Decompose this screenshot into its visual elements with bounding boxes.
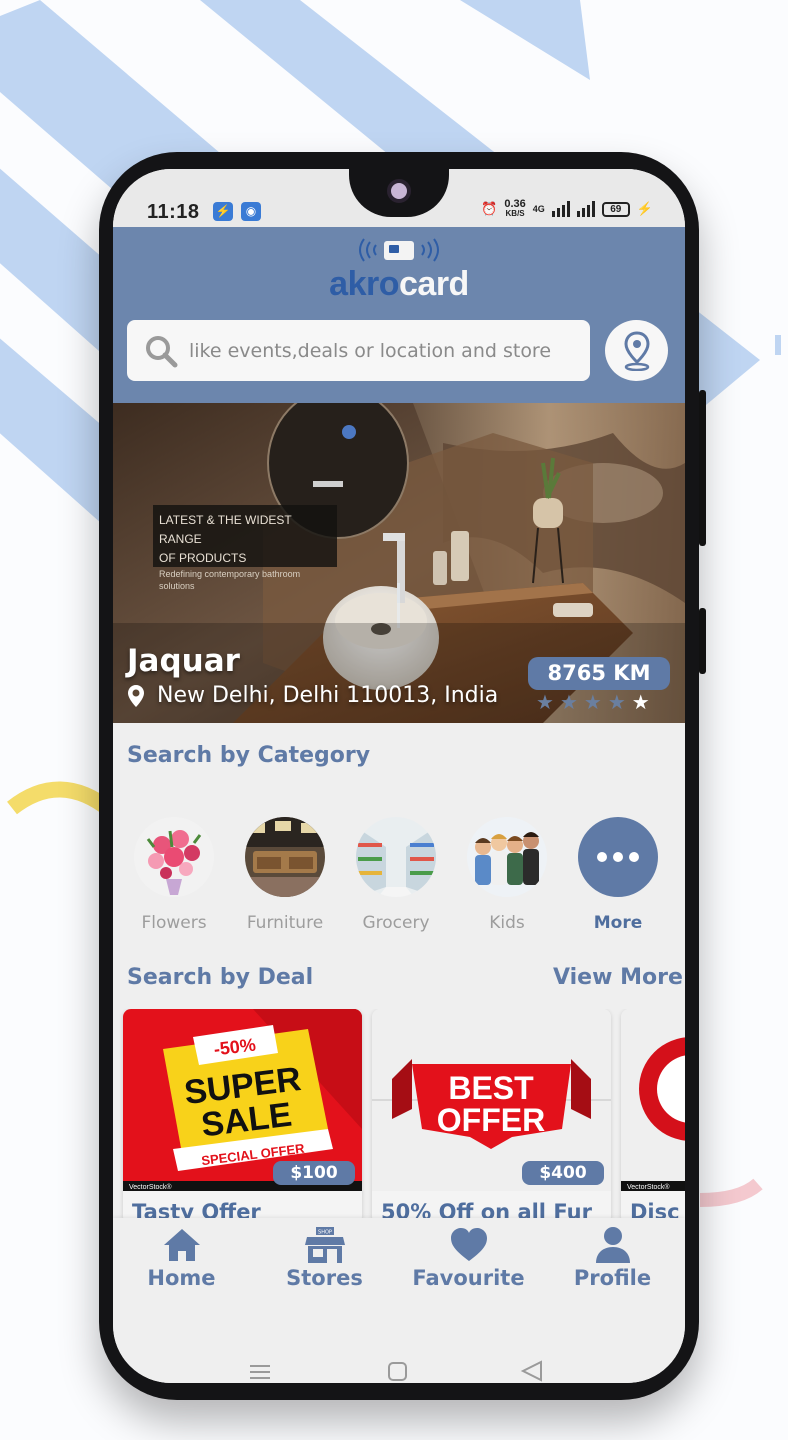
charging-icon: ⚡	[636, 201, 653, 216]
promo-line-3: Redefining contemporary bathroom solutio…	[159, 569, 301, 591]
signal-icon	[551, 201, 570, 217]
nav-stores[interactable]: SHOP Stores	[253, 1226, 396, 1290]
promo-overlay: LATEST & THE WIDEST RANGE OF PRODUCTS Re…	[153, 505, 337, 591]
category-more[interactable]: More	[563, 817, 673, 933]
battery-icon: 69	[601, 201, 630, 217]
category-kids[interactable]: Kids	[452, 817, 562, 933]
logo-text-part2: card	[399, 265, 469, 303]
volume-button	[699, 608, 706, 674]
deal-card[interactable]: BEST OFFER $400 50% Off on all Fur	[372, 1009, 611, 1224]
nav-label: Favourite	[412, 1266, 525, 1290]
power-button	[699, 390, 706, 546]
distance-badge: 8765 KM	[528, 657, 670, 690]
alarm-icon: ⏰	[481, 201, 498, 216]
star-icon-1: ★	[536, 690, 554, 714]
user-icon	[595, 1227, 630, 1263]
deal-price: $400	[522, 1161, 604, 1185]
category-list: Flowers Furniture Grocery Kids More	[113, 817, 685, 947]
nav-label: Stores	[286, 1266, 363, 1290]
category-grocery[interactable]: Grocery	[341, 817, 451, 933]
watermark: VectorStock®	[627, 1183, 670, 1191]
star-icon-2: ★	[559, 690, 578, 714]
deal-price: $100	[273, 1161, 355, 1185]
category-label: Furniture	[246, 913, 324, 933]
search-bar[interactable]	[127, 320, 590, 381]
nav-label: Home	[147, 1266, 216, 1290]
usb-icon: ⚡	[213, 202, 233, 221]
promo-line-1: LATEST & THE WIDEST RANGE	[159, 513, 292, 546]
deal-section-title: Search by Deal	[127, 965, 314, 990]
deal-carousel: -50% SUPER SALE SPECIAL OFFER VectorStoc…	[113, 1009, 685, 1224]
category-label: Kids	[489, 913, 525, 933]
location-button[interactable]	[605, 320, 668, 381]
badge-mid-1: BEST	[448, 1070, 534, 1106]
flowers-image	[134, 817, 214, 897]
store-address: New Delhi, Delhi 110013, India	[157, 683, 499, 708]
category-furniture[interactable]: Furniture	[230, 817, 340, 933]
status-time: 11:18	[147, 201, 200, 223]
nfc-card-icon	[359, 238, 439, 262]
net-speed-unit: KB/S	[505, 209, 525, 218]
nav-label: Profile	[573, 1266, 652, 1290]
system-navigation-bar	[113, 1310, 685, 1383]
bottom-navigation: Home SHOP Stores Favourite Profile	[113, 1218, 685, 1310]
heart-icon	[450, 1228, 487, 1261]
network-type: 4G	[532, 204, 545, 214]
kids-image	[467, 817, 547, 897]
category-label: Flowers	[141, 913, 207, 933]
grocery-image	[356, 817, 436, 897]
menu-icon[interactable]	[248, 1362, 272, 1383]
store-icon: SHOP	[304, 1227, 345, 1263]
home-icon	[163, 1229, 200, 1261]
category-section-title: Search by Category	[127, 743, 371, 768]
category-label: Grocery	[362, 913, 430, 933]
front-camera	[387, 179, 411, 203]
app-header: akrocard	[113, 227, 685, 403]
slide-indicator	[342, 425, 356, 439]
badge-mid-2: OFFER	[437, 1102, 545, 1138]
app-screen: 11:18 ⚡ ◉ ⏰ 0.36 KB/S 4G 69 ⚡ akrocard l…	[113, 169, 685, 1383]
nav-favourite[interactable]: Favourite	[397, 1226, 540, 1290]
deal-card[interactable]: -50% SUPER SALE SPECIAL OFFER VectorStoc…	[123, 1009, 362, 1224]
star-icon-3: ★	[583, 690, 602, 714]
deal-card[interactable]: VectorStock® Disc	[621, 1009, 685, 1224]
discount-image: VectorStock®	[621, 1009, 685, 1191]
category-flowers[interactable]: Flowers	[119, 817, 229, 933]
net-speed: 0.36 KB/S	[504, 199, 525, 219]
category-label: More	[593, 913, 643, 933]
watermark: VectorStock®	[129, 1183, 172, 1191]
location-pin-icon	[128, 684, 144, 707]
phone-frame: 11:18 ⚡ ◉ ⏰ 0.36 KB/S 4G 69 ⚡ akrocard l…	[99, 152, 706, 1400]
logo-text-part1: akro	[329, 265, 399, 303]
nav-profile[interactable]: Profile	[541, 1226, 684, 1290]
star-icon-5: ★	[631, 690, 650, 714]
android-icon: ◉	[241, 202, 261, 221]
rating-stars: ★ ★ ★ ★ ★	[536, 692, 650, 712]
promo-line-2: OF PRODUCTS	[159, 551, 247, 565]
view-more-link[interactable]: View More	[553, 965, 683, 990]
map-pin-icon	[623, 330, 650, 371]
signal-icon-2	[576, 201, 595, 217]
store-sign-text: SHOP	[318, 1230, 332, 1236]
furniture-image	[245, 817, 325, 897]
star-icon-4: ★	[607, 690, 626, 714]
nav-home[interactable]: Home	[113, 1226, 253, 1290]
search-input[interactable]	[189, 339, 579, 362]
store-name: Jaquar	[127, 643, 240, 679]
status-bar: 11:18 ⚡ ◉ ⏰ 0.36 KB/S 4G 69 ⚡	[113, 169, 685, 227]
app-logo: akrocard	[113, 235, 685, 304]
more-icon	[578, 817, 658, 897]
status-icons: ⏰ 0.36 KB/S 4G 69 ⚡	[481, 199, 653, 219]
featured-store-banner[interactable]: LATEST & THE WIDEST RANGE OF PRODUCTS Re…	[113, 403, 685, 723]
home-system-icon[interactable]	[388, 1362, 407, 1381]
store-location: New Delhi, Delhi 110013, India	[127, 683, 498, 708]
back-icon[interactable]	[520, 1360, 542, 1382]
search-icon	[146, 335, 178, 367]
